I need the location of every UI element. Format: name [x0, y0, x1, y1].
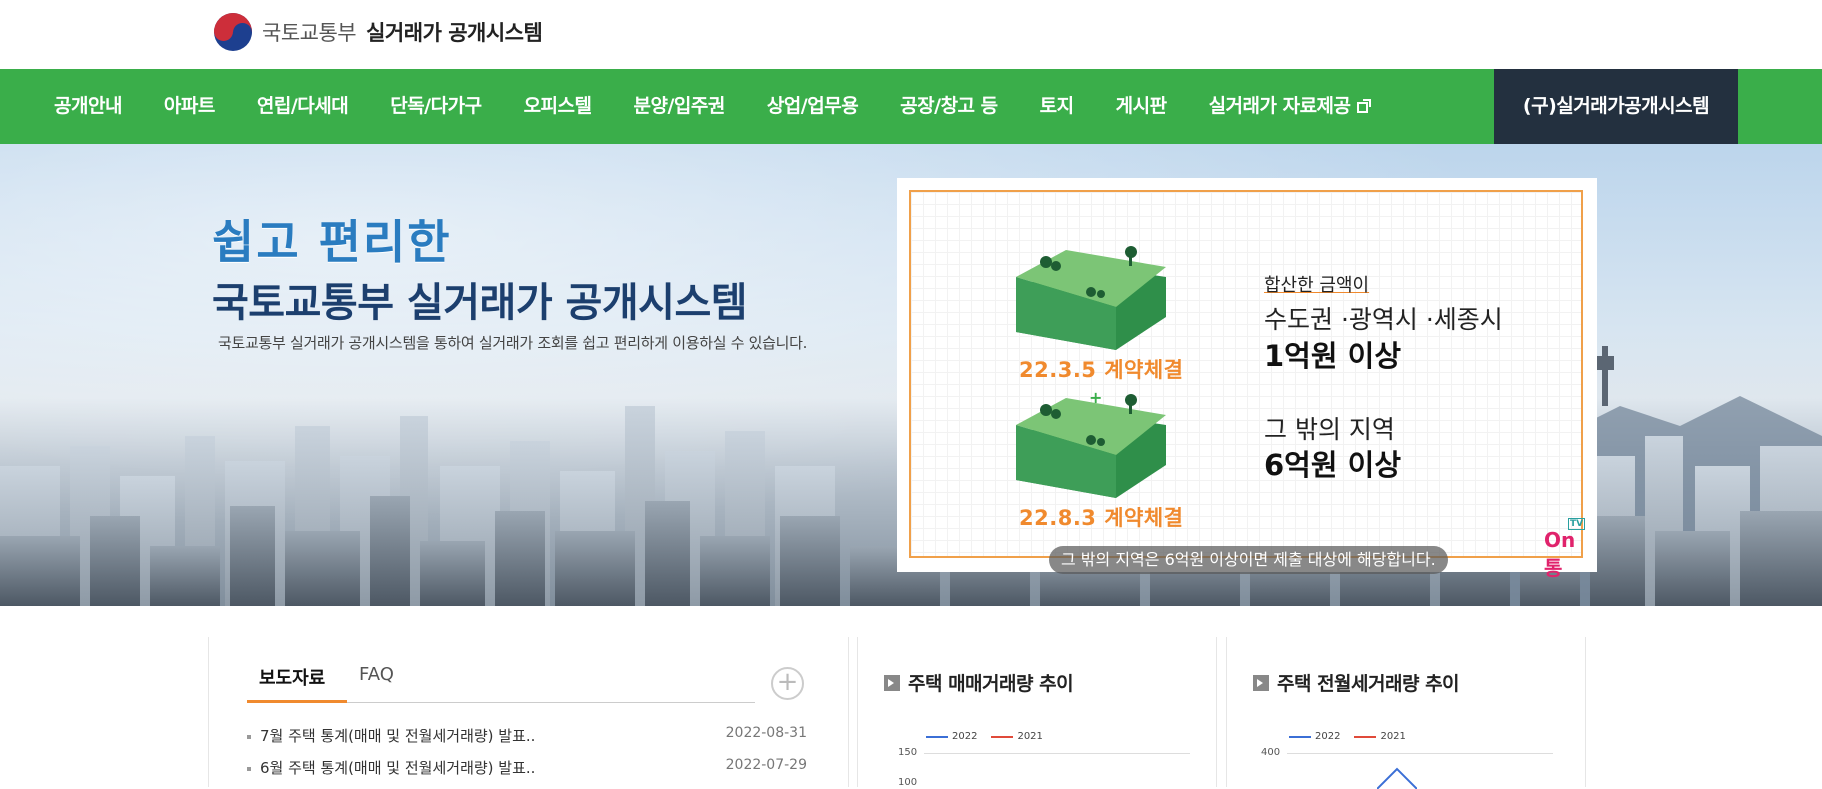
contract-date-a: 22.3.5 계약체결: [1019, 358, 1184, 382]
logo-ministry-text: 국토교통부: [262, 21, 357, 45]
nav-item-data-provision[interactable]: 실거래가 자료제공: [1188, 69, 1389, 144]
rent-volume-panel: 주택 전월세거래량 추이 2022 2021 400: [1226, 637, 1586, 789]
arrow-box-icon: [884, 674, 900, 691]
news-date: 2022-08-31: [725, 725, 807, 741]
nav-item-rowhouse[interactable]: 연립/다세대: [236, 69, 369, 144]
hero-title-system: 국토교통부 실거래가 공개시스템: [212, 280, 748, 326]
notice-region-other: 그 밖의 지역: [1264, 415, 1395, 444]
land-parcel-icon: [1016, 246, 1166, 350]
legend-2022: 2022: [952, 731, 978, 742]
sale-volume-panel: 주택 매매거래량 추이 2022 2021 150 100: [857, 637, 1217, 788]
more-plus-button[interactable]: +: [771, 667, 804, 700]
y-tick-label: 150: [898, 747, 918, 758]
notice-banner-card[interactable]: 22.3.5 계약체결 + 22.8.3 계약체결 합산한 금액이 수도권 ·광…: [897, 178, 1597, 580]
nav-item-guide[interactable]: 공개안내: [0, 69, 143, 144]
sale-panel-title[interactable]: 주택 매매거래량 추이: [884, 669, 1074, 696]
notice-amount-metro: 1억원 이상: [1264, 339, 1401, 373]
sale-panel-title-text: 주택 매매거래량 추이: [908, 673, 1074, 695]
contract-date-b: 22.8.3 계약체결: [1019, 506, 1184, 530]
hero-description: 국토교통부 실거래가 공개시스템을 통하여 실거래가 조회를 쉽고 편리하게 이…: [218, 334, 808, 352]
gridline: [924, 753, 1190, 754]
gridline: [1287, 753, 1553, 754]
active-tab-underline: [247, 700, 347, 703]
bullet-icon: [247, 767, 251, 771]
site-logo[interactable]: 국토교통부 실거래가 공개시스템: [214, 13, 543, 51]
notice-caption: 그 밖의 지역은 6억원 이상이면 제출 대상에 해당합니다.: [1049, 546, 1448, 574]
plus-sign: +: [1089, 388, 1103, 407]
nav-item-officetel[interactable]: 오피스텔: [503, 69, 613, 144]
legend-2021: 2021: [1017, 731, 1043, 742]
list-item[interactable]: 7월 주택 통계(매매 및 전월세거래량) 발표.. 2022-08-31: [247, 725, 807, 751]
ontong-tv-logo: TV On통: [1544, 518, 1586, 581]
tab-faq[interactable]: FAQ: [359, 664, 394, 685]
nav-old-system-button[interactable]: (구)실거래가공개시스템: [1494, 69, 1738, 144]
main-nav: 공개안내 아파트 연립/다세대 단독/다가구 오피스텔 분양/입주권 상업/업무…: [0, 69, 1822, 144]
nav-item-data-provision-label: 실거래가 자료제공: [1208, 95, 1351, 117]
news-panel: 보도자료 FAQ + 7월 주택 통계(매매 및 전월세거래량) 발표.. 20…: [208, 637, 849, 787]
list-item[interactable]: 6월 주택 통계(매매 및 전월세거래량) 발표.. 2022-07-29: [247, 757, 807, 783]
news-date: 2022-07-29: [725, 757, 807, 773]
nav-item-factory[interactable]: 공장/창고 등: [879, 69, 1018, 144]
notice-sum-note: 합산한 금액이: [1264, 275, 1370, 296]
chart-legend: 2022 2021: [1289, 731, 1406, 742]
top-header: 국토교통부 실거래가 공개시스템: [0, 0, 1822, 69]
external-link-icon: [1356, 99, 1371, 113]
nav-item-presale[interactable]: 분양/입주권: [612, 69, 745, 144]
news-title: 7월 주택 통계(매매 및 전월세거래량) 발표..: [260, 727, 536, 745]
tab-divider: [347, 702, 755, 703]
nav-item-commercial[interactable]: 상업/업무용: [746, 69, 879, 144]
notice-region-metro: 수도권 ·광역시 ·세종시: [1264, 305, 1503, 334]
tab-press-release[interactable]: 보도자료: [259, 664, 325, 690]
nav-item-land[interactable]: 토지: [1019, 69, 1095, 144]
notice-frame: 22.3.5 계약체결 + 22.8.3 계약체결 합산한 금액이 수도권 ·광…: [909, 190, 1586, 580]
ontong-tv-badge: TV: [1568, 518, 1586, 530]
logo-system-text: 실거래가 공개시스템: [366, 21, 543, 45]
bullet-icon: [247, 735, 251, 739]
ontong-brand-text: On통: [1544, 528, 1576, 580]
rent-panel-title-text: 주택 전월세거래량 추이: [1277, 673, 1460, 695]
nav-item-detached[interactable]: 단독/다가구: [369, 69, 502, 144]
chart-legend: 2022 2021: [926, 731, 1043, 742]
taegeuk-emblem-icon: [214, 13, 252, 51]
nav-item-board[interactable]: 게시판: [1095, 69, 1188, 144]
nav-item-apartment[interactable]: 아파트: [143, 69, 236, 144]
notice-amount-other: 6억원 이상: [1264, 448, 1401, 482]
y-tick-label: 400: [1261, 747, 1281, 758]
news-title: 6월 주택 통계(매매 및 전월세거래량) 발표..: [260, 759, 536, 777]
arrow-box-icon: [1253, 674, 1269, 691]
hero-title-easy: 쉽고 편리한: [212, 215, 452, 269]
legend-2022: 2022: [1315, 731, 1341, 742]
y-tick-label: 100: [898, 777, 918, 788]
series-line-2022: [1377, 767, 1417, 789]
rent-panel-title[interactable]: 주택 전월세거래량 추이: [1253, 669, 1460, 696]
legend-2021: 2021: [1380, 731, 1406, 742]
